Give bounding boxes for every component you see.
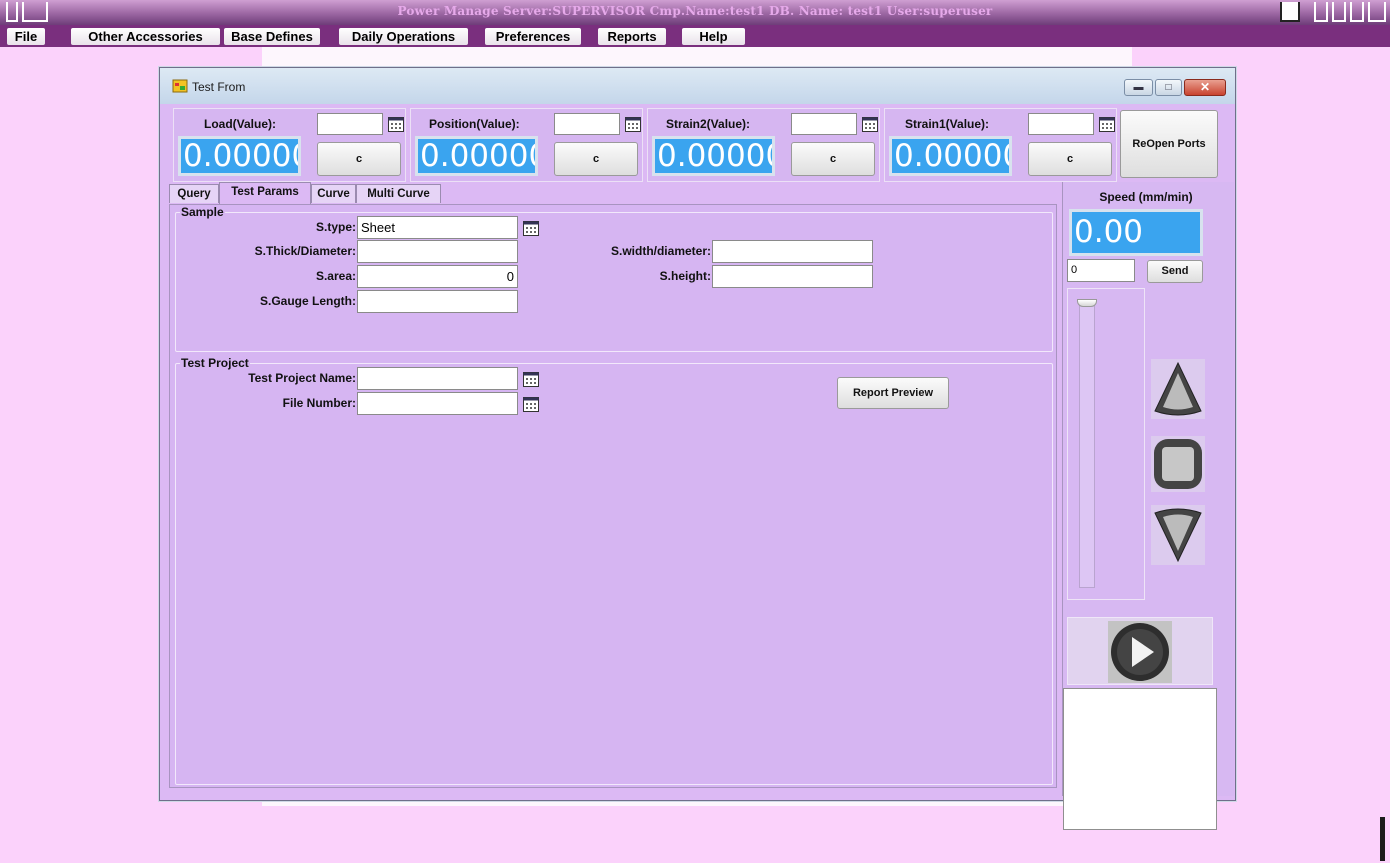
app-icon-right-1 xyxy=(1280,2,1300,22)
sample-area-field[interactable]: 0 xyxy=(357,265,518,288)
minimize-icon: ▬ xyxy=(1133,82,1144,93)
speed-slider-track[interactable] xyxy=(1079,300,1095,588)
menu-daily-operations[interactable]: Daily Operations xyxy=(339,28,468,45)
strain1-value-display: 0.00000 xyxy=(889,136,1012,176)
strain2-clear-button[interactable]: c xyxy=(791,142,875,176)
tab-multi-curve[interactable]: Multi Curve xyxy=(356,184,441,203)
calendar-icon[interactable] xyxy=(625,116,641,132)
menu-file[interactable]: File xyxy=(7,28,45,45)
load-value-display: 0.00000 xyxy=(178,136,301,176)
calendar-icon[interactable] xyxy=(1099,116,1115,132)
sample-thick-field[interactable] xyxy=(357,240,518,263)
speed-input[interactable]: 0 xyxy=(1067,259,1135,282)
close-button[interactable]: ✕ xyxy=(1184,79,1226,96)
sample-gauge-length-label: S.Gauge Length: xyxy=(260,294,356,308)
app-icon-right-5 xyxy=(1368,2,1386,22)
menu-other-accessories[interactable]: Other Accessories xyxy=(71,28,220,45)
menu-help[interactable]: Help xyxy=(682,28,745,45)
maximize-icon: □ xyxy=(1165,82,1172,93)
app-icon-right-3 xyxy=(1332,2,1346,22)
menu-base-defines[interactable]: Base Defines xyxy=(224,28,320,45)
maximize-button[interactable]: □ xyxy=(1155,79,1182,96)
speed-control-panel: Speed (mm/min) 0.00 0 Send xyxy=(1062,182,1234,830)
test-project-group xyxy=(175,363,1053,785)
app-title: Power Manage Server:SUPERVISOR Cmp.Name:… xyxy=(397,4,993,18)
position-gauge-panel: Position(Value): 0.00000 c xyxy=(410,108,643,182)
strain1-clear-button[interactable]: c xyxy=(1028,142,1112,176)
speed-slider-handle[interactable] xyxy=(1077,299,1097,307)
speed-label: Speed (mm/min) xyxy=(1099,190,1193,204)
start-button[interactable] xyxy=(1067,617,1213,685)
sample-type-field[interactable]: Sheet xyxy=(357,216,518,239)
down-arrow-icon[interactable] xyxy=(1151,505,1205,565)
tab-query[interactable]: Query xyxy=(169,184,219,203)
app-title-bar: Power Manage Server:SUPERVISOR Cmp.Name:… xyxy=(0,0,1390,25)
sample-height-label: S.height: xyxy=(659,269,711,283)
reopen-ports-button[interactable]: ReOpen Ports xyxy=(1120,110,1218,178)
play-icon xyxy=(1108,621,1172,683)
sample-height-field[interactable] xyxy=(712,265,873,288)
app-icon-right-4 xyxy=(1350,2,1364,22)
calendar-icon[interactable] xyxy=(523,220,539,236)
strain2-label: Strain2(Value): xyxy=(666,117,751,131)
project-name-field[interactable] xyxy=(357,367,518,390)
log-box xyxy=(1063,688,1217,830)
send-button[interactable]: Send xyxy=(1147,260,1203,283)
window-title: Test From xyxy=(192,80,246,94)
test-project-group-title: Test Project xyxy=(180,356,250,370)
position-label: Position(Value): xyxy=(429,117,520,131)
header-strip xyxy=(262,47,1132,67)
position-clear-button[interactable]: c xyxy=(554,142,638,176)
project-name-label: Test Project Name: xyxy=(248,371,356,385)
sample-gauge-length-field[interactable] xyxy=(357,290,518,313)
close-icon: ✕ xyxy=(1199,80,1211,94)
load-input[interactable] xyxy=(317,113,383,135)
tab-curve[interactable]: Curve xyxy=(311,184,356,203)
strain1-gauge-panel: Strain1(Value): 0.00000 c xyxy=(884,108,1117,182)
tab-test-params[interactable]: Test Params xyxy=(219,182,311,204)
strain1-label: Strain1(Value): xyxy=(905,117,990,131)
strain2-input[interactable] xyxy=(791,113,857,135)
calendar-icon[interactable] xyxy=(388,116,404,132)
sample-area-label: S.area: xyxy=(315,269,356,283)
stop-icon[interactable] xyxy=(1151,436,1205,492)
strain2-value-display: 0.00000 xyxy=(652,136,775,176)
file-number-field[interactable] xyxy=(357,392,518,415)
load-gauge-panel: Load(Value): 0.00000 c xyxy=(173,108,406,182)
load-clear-button[interactable]: c xyxy=(317,142,401,176)
window-app-icon xyxy=(172,79,188,93)
load-label: Load(Value): xyxy=(204,117,277,131)
sample-width-field[interactable] xyxy=(712,240,873,263)
sample-width-label: S.width/diameter: xyxy=(610,244,711,258)
test-params-panel: Sample S.type: Sheet S.Thick/Diameter: S… xyxy=(169,204,1057,788)
speed-value-display: 0.00 xyxy=(1069,209,1203,256)
calendar-icon[interactable] xyxy=(523,396,539,412)
menu-preferences[interactable]: Preferences xyxy=(485,28,581,45)
calendar-icon[interactable] xyxy=(523,371,539,387)
test-form-window: Test From ▬ □ ✕ Load(Value): 0.00000 c P… xyxy=(159,67,1236,830)
window-title-bar: Test From ▬ □ ✕ xyxy=(160,68,1235,104)
report-preview-button[interactable]: Report Preview xyxy=(837,377,949,409)
position-input[interactable] xyxy=(554,113,620,135)
up-arrow-icon[interactable] xyxy=(1151,359,1205,419)
menu-bar: File Other Accessories Base Defines Dail… xyxy=(0,25,1390,47)
minimize-button[interactable]: ▬ xyxy=(1124,79,1153,96)
sample-type-label: S.type: xyxy=(315,220,356,234)
file-number-label: File Number: xyxy=(282,396,356,410)
app-icon-right-2 xyxy=(1314,2,1328,22)
menu-reports[interactable]: Reports xyxy=(598,28,666,45)
strain2-gauge-panel: Strain2(Value): 0.00000 c xyxy=(647,108,880,182)
strain1-input[interactable] xyxy=(1028,113,1094,135)
text-cursor xyxy=(1380,817,1385,861)
position-value-display: 0.00000 xyxy=(415,136,538,176)
sample-group-title: Sample xyxy=(180,205,225,219)
sample-thick-label: S.Thick/Diameter: xyxy=(254,244,356,258)
calendar-icon[interactable] xyxy=(862,116,878,132)
